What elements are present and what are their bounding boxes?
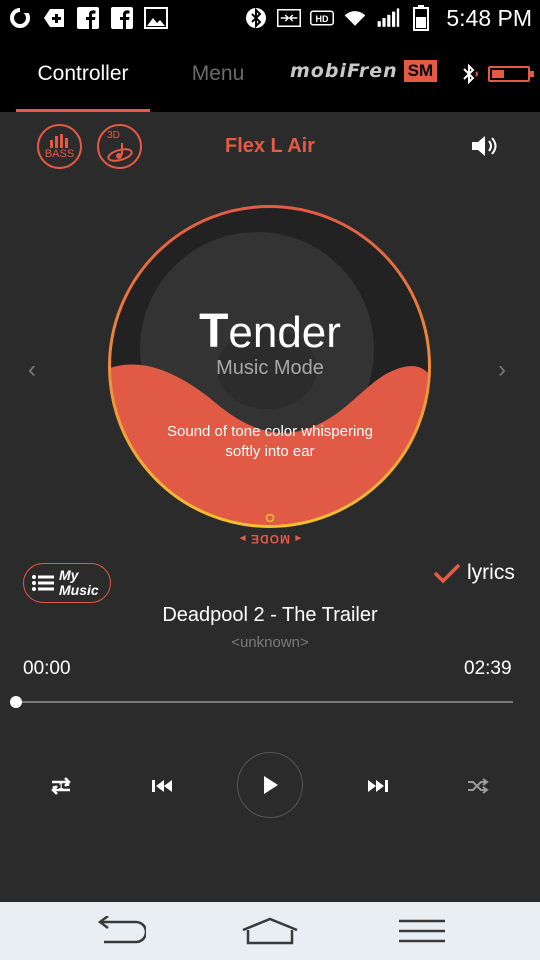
svg-text:1: 1 — [59, 782, 64, 791]
status-bar: HD 5:48 PM — [0, 0, 540, 36]
wifi-icon — [343, 6, 367, 30]
headset-battery-icon — [488, 66, 534, 82]
repeat-icon[interactable]: 1 — [45, 770, 77, 802]
navigation-bar — [0, 902, 540, 960]
bass-button[interactable]: BASS — [37, 124, 82, 169]
play-icon — [264, 776, 278, 794]
next-track-icon[interactable] — [362, 770, 394, 802]
shuffle-icon[interactable] — [462, 770, 494, 802]
previous-track-icon[interactable] — [146, 770, 178, 802]
previous-mode-arrow[interactable]: ‹ — [28, 356, 36, 384]
mode-description: Sound of tone color whispering softly in… — [167, 423, 373, 460]
list-icon — [32, 575, 54, 591]
nfc-icon — [277, 6, 302, 30]
bass-label: BASS — [44, 147, 75, 160]
song-artist: <unknown> — [231, 634, 309, 651]
3d-label: 3D — [107, 130, 120, 141]
opera-icon — [8, 6, 32, 30]
volume-icon[interactable] — [470, 133, 500, 164]
signal-icon — [376, 6, 400, 30]
mode-title: Tender — [199, 305, 341, 358]
lyrics-toggle[interactable]: lyrics — [433, 561, 515, 585]
brand-logo: mobiFren SM — [290, 60, 438, 82]
facebook-icon — [110, 6, 134, 30]
back-icon[interactable] — [88, 914, 148, 948]
battery-icon — [409, 5, 433, 31]
medical-cross-icon — [42, 6, 66, 30]
top-bar: Controller Menu mobiFren SM — [0, 36, 540, 112]
device-name: Flex L Air — [224, 135, 316, 157]
bluetooth-icon — [244, 6, 268, 30]
tab-controller[interactable]: Controller — [16, 36, 150, 112]
home-icon[interactable] — [240, 914, 300, 948]
my-music-label: My Music — [59, 567, 99, 598]
hd-voice-icon: HD — [310, 6, 335, 30]
lyrics-label: lyrics — [467, 561, 515, 584]
current-time: 00:00 — [23, 658, 71, 679]
brand-badge: SM — [403, 60, 438, 82]
mode-label[interactable]: ◂ MODE ▸ — [233, 532, 307, 546]
progress-bar[interactable] — [10, 696, 513, 708]
total-time: 02:39 — [464, 658, 512, 679]
bluetooth-connected-icon — [458, 62, 482, 91]
3d-sound-button[interactable]: 3D — [97, 124, 142, 169]
checkmark-icon — [433, 563, 461, 584]
my-music-button[interactable]: My Music — [23, 563, 111, 603]
svg-text:HD: HD — [316, 14, 329, 24]
progress-knob[interactable] — [10, 696, 22, 708]
mode-subtitle: Music Mode — [216, 357, 324, 379]
song-title: Deadpool 2 - The Trailer — [162, 604, 378, 626]
equalizer-icon — [49, 133, 68, 148]
play-button[interactable] — [237, 752, 303, 818]
brand-name: mobiFren — [290, 60, 398, 82]
facebook-icon — [76, 6, 100, 30]
music-note-orbit-icon — [106, 143, 133, 162]
next-mode-arrow[interactable]: › — [498, 356, 506, 384]
gallery-icon — [144, 6, 168, 30]
tab-menu[interactable]: Menu — [178, 36, 258, 112]
clock: 5:48 PM — [446, 4, 532, 31]
menu-icon[interactable] — [392, 914, 452, 948]
